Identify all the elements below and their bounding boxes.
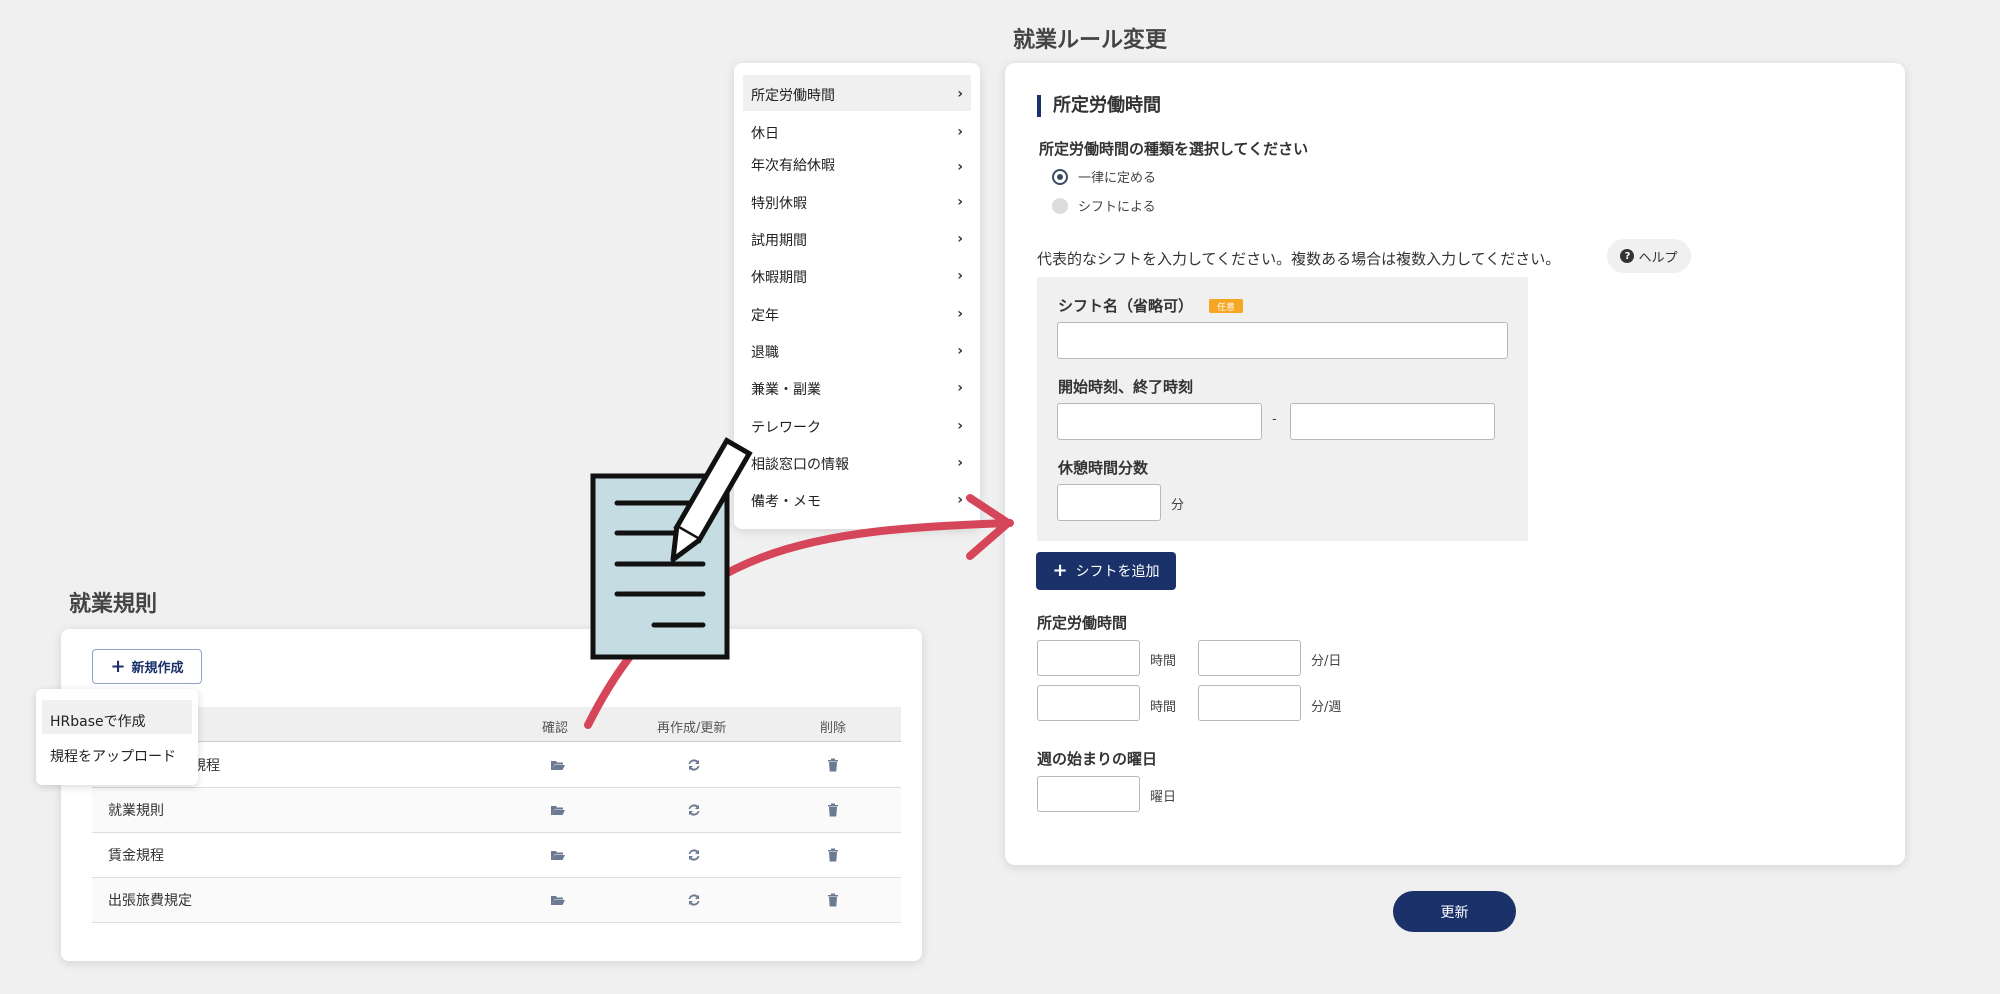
arrow-illustration [584,437,1014,729]
